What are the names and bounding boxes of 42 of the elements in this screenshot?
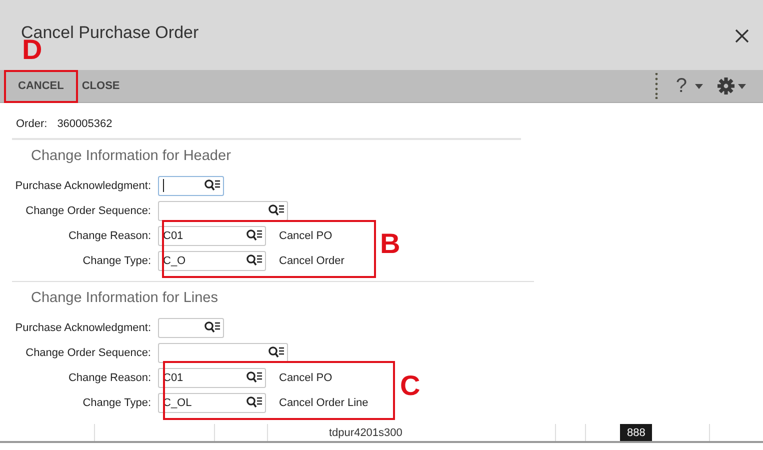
field-description: Cancel Order Line <box>279 396 368 408</box>
input-field[interactable] <box>158 176 224 196</box>
field-label: Change Type: <box>82 254 152 266</box>
field-label: Change Reason: <box>67 230 152 242</box>
input-field[interactable] <box>158 200 288 220</box>
input-field[interactable]: C01 <box>158 226 266 246</box>
field-label: Purchase Acknowledgment: <box>14 322 152 334</box>
field-description: Cancel PO <box>279 372 332 384</box>
input-field[interactable]: C_O <box>158 250 266 270</box>
annotation-letter: B <box>380 230 400 258</box>
field-description: Cancel PO <box>279 230 332 242</box>
count-badge: 888 <box>620 424 652 441</box>
input-field[interactable] <box>158 318 224 338</box>
lookup-icon[interactable] <box>268 204 285 217</box>
field-label: Change Order Sequence: <box>24 204 152 216</box>
field-label: Change Type: <box>82 396 152 408</box>
settings-icon <box>717 77 747 95</box>
order-label: Order: <box>16 118 48 130</box>
input-field[interactable] <box>158 342 288 362</box>
section-heading: Change Information for Header <box>30 147 232 166</box>
settings-menu-button[interactable] <box>717 77 747 95</box>
lookup-icon[interactable] <box>246 371 263 384</box>
lookup-icon[interactable] <box>204 179 221 192</box>
close-icon[interactable] <box>735 29 749 43</box>
help-menu-button[interactable]: ? <box>676 74 703 98</box>
lookup-icon[interactable] <box>268 346 285 359</box>
annotation-letter: C <box>400 372 420 400</box>
session-code: tdpur4201s300 <box>329 426 402 438</box>
toolbar-button[interactable]: CLOSE <box>76 72 125 100</box>
field-label: Change Reason: <box>67 372 152 384</box>
caret-icon <box>695 84 703 88</box>
lookup-icon[interactable] <box>246 254 263 267</box>
lookup-icon[interactable] <box>246 229 263 242</box>
field-label: Purchase Acknowledgment: <box>14 180 152 192</box>
order-number: 360005362 <box>57 118 112 130</box>
lookup-icon[interactable] <box>204 321 221 334</box>
toolbar-button[interactable]: CANCEL <box>8 72 73 100</box>
field-description: Cancel Order <box>279 254 344 266</box>
field-label: Change Order Sequence: <box>24 346 152 358</box>
section-heading: Change Information for Lines <box>30 289 219 308</box>
lookup-icon[interactable] <box>246 396 263 409</box>
separator-icon <box>654 73 658 99</box>
